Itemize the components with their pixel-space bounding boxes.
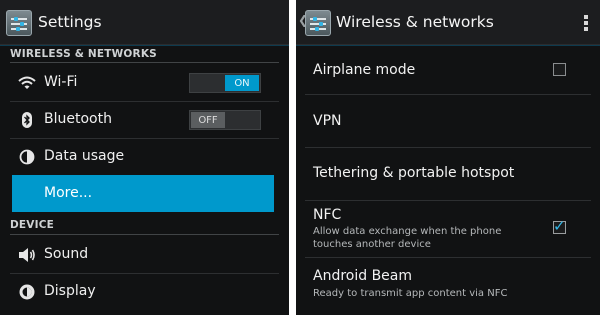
bluetooth-row[interactable]: Bluetooth OFF — [10, 102, 279, 138]
checkmark-icon: ✓ — [553, 217, 566, 235]
data-usage-row[interactable]: Data usage — [10, 139, 279, 175]
display-row[interactable]: Display — [10, 274, 279, 310]
airplane-mode-label: Airplane mode — [313, 62, 416, 78]
action-bar: ❮ Wireless & networks — [296, 0, 600, 46]
airplane-mode-row[interactable]: Airplane mode — [313, 46, 588, 94]
nfc-checkbox[interactable]: ✓ — [553, 217, 566, 235]
bluetooth-label: Bluetooth — [44, 111, 112, 127]
speaker-icon — [18, 246, 36, 264]
section-divider — [10, 62, 279, 63]
wifi-row[interactable]: Wi-Fi ON — [10, 65, 279, 101]
android-beam-label: Android Beam — [313, 268, 413, 284]
screen-gap — [289, 0, 296, 315]
settings-app-icon[interactable] — [6, 10, 32, 36]
sound-label: Sound — [44, 246, 89, 262]
more-label: More... — [44, 185, 93, 201]
settings-screen: Settings WIRELESS & NETWORKS Wi-Fi ON Bl… — [0, 0, 289, 315]
sound-row[interactable]: Sound — [10, 237, 279, 273]
data-usage-label: Data usage — [44, 148, 125, 164]
section-header-device: DEVICE — [10, 219, 54, 231]
brightness-icon — [18, 283, 36, 301]
action-bar: Settings — [0, 0, 289, 46]
android-beam-summary: Ready to transmit app content via NFC — [313, 288, 508, 299]
wifi-toggle[interactable]: ON — [189, 73, 261, 93]
tethering-label: Tethering & portable hotspot — [313, 165, 515, 181]
display-label: Display — [44, 283, 96, 299]
wifi-toggle-state: ON — [225, 75, 259, 91]
section-header-wireless: WIRELESS & NETWORKS — [10, 48, 157, 60]
bluetooth-toggle[interactable]: OFF — [189, 110, 261, 130]
android-beam-row[interactable]: Android Beam Ready to transmit app conte… — [313, 258, 588, 310]
nfc-summary: Allow data exchange when the phone touch… — [313, 226, 502, 250]
airplane-mode-checkbox[interactable] — [553, 63, 566, 76]
data-usage-icon — [18, 148, 36, 166]
settings-app-icon[interactable] — [305, 10, 331, 36]
tethering-row[interactable]: Tethering & portable hotspot — [313, 148, 588, 200]
more-row[interactable]: More... — [12, 175, 274, 212]
nfc-row[interactable]: NFC Allow data exchange when the phone t… — [313, 201, 588, 257]
wifi-icon — [18, 74, 36, 92]
section-divider — [10, 234, 279, 235]
overflow-menu-icon[interactable] — [584, 15, 588, 33]
bluetooth-icon — [18, 111, 36, 129]
bluetooth-toggle-state: OFF — [191, 112, 225, 128]
page-title: Wireless & networks — [336, 13, 494, 31]
nfc-label: NFC — [313, 207, 342, 223]
vpn-row[interactable]: VPN — [313, 95, 588, 147]
wireless-networks-screen: ❮ Wireless & networks Airplane mode VPN … — [296, 0, 600, 315]
page-title: Settings — [38, 13, 102, 31]
wifi-label: Wi-Fi — [44, 74, 78, 90]
vpn-label: VPN — [313, 113, 342, 129]
